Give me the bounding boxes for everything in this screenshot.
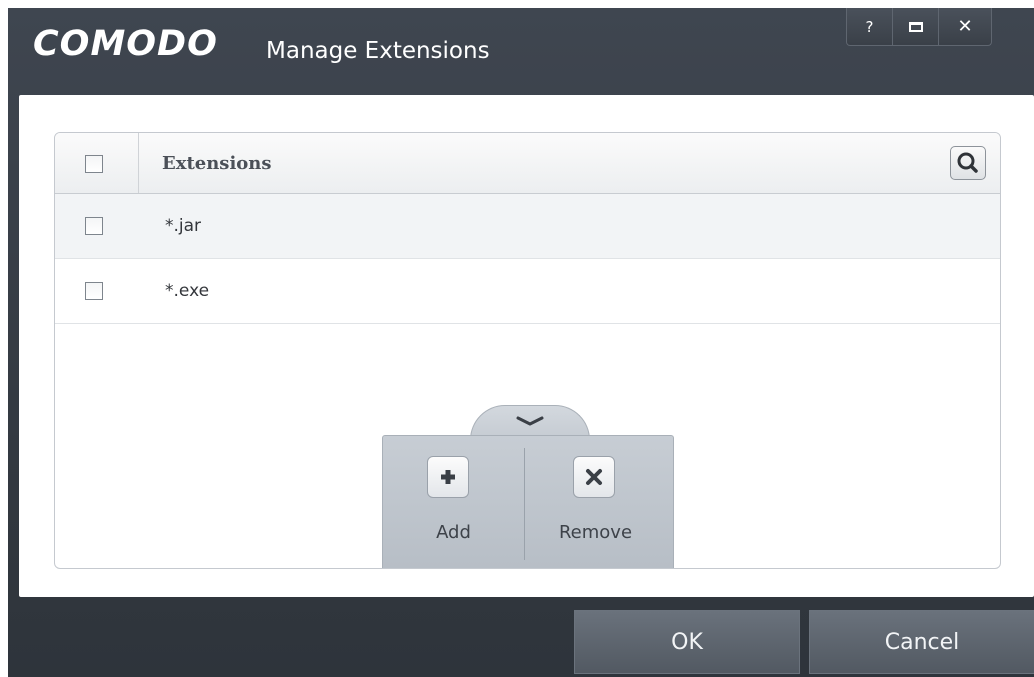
header-divider (138, 133, 139, 193)
window-title: Manage Extensions (266, 38, 490, 64)
remove-button[interactable]: Remove (525, 436, 666, 568)
list-row-exe[interactable]: *.exe (55, 259, 1000, 324)
list-row-jar[interactable]: *.jar (55, 194, 1000, 259)
help-button[interactable]: ? (847, 8, 892, 45)
add-label: Add (436, 522, 471, 543)
ok-button[interactable]: OK (574, 610, 800, 674)
extension-label-exe: *.exe (165, 281, 210, 301)
chevron-down-icon (516, 416, 544, 426)
extensions-column-header: Extensions (162, 153, 272, 174)
row-checkbox-jar[interactable] (85, 217, 103, 235)
extension-label-jar: *.jar (165, 216, 202, 236)
remove-x-icon (586, 469, 602, 485)
list-header: Extensions (55, 133, 1000, 194)
add-icon-box (427, 456, 469, 498)
remove-icon-box (573, 456, 615, 498)
comodo-logo: COMODO (33, 24, 218, 64)
search-icon (957, 152, 978, 173)
remove-label: Remove (558, 522, 633, 543)
close-icon: ✕ (957, 16, 973, 37)
extensions-list: Extensions *.jar *.exe Add Remove (54, 132, 1001, 569)
plus-icon (441, 470, 455, 484)
window-controls: ? ✕ (846, 8, 992, 46)
search-button[interactable] (950, 146, 986, 180)
close-button[interactable]: ✕ (938, 8, 991, 45)
cancel-button[interactable]: Cancel (809, 610, 1034, 674)
add-button[interactable]: Add (383, 436, 524, 568)
manage-extensions-dialog: COMODO Manage Extensions ? ✕ Extensions (8, 8, 1034, 677)
dialog-content: Extensions *.jar *.exe Add Remove (19, 95, 1034, 597)
maximize-icon (908, 21, 923, 32)
maximize-button[interactable] (892, 8, 938, 45)
action-panel: Add Remove (382, 405, 674, 568)
row-checkbox-exe[interactable] (85, 282, 103, 300)
action-panel-body: Add Remove (382, 435, 674, 568)
help-icon: ? (865, 17, 874, 36)
select-all-checkbox[interactable] (85, 155, 103, 173)
